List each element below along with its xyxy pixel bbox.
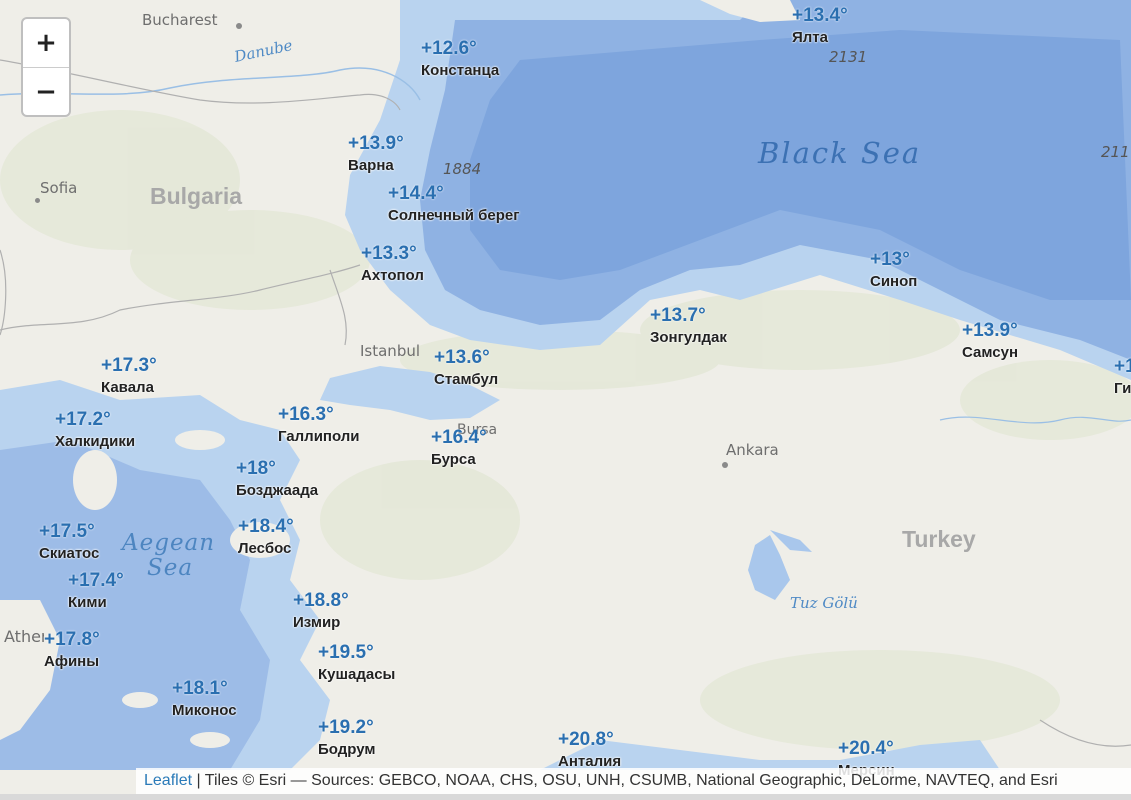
marker-samsun[interactable]: +13.9° Самсун (962, 320, 1018, 361)
marker-name: Ахтопол (361, 267, 424, 284)
marker-name: Миконос (172, 702, 237, 719)
marker-name: Галлиполи (278, 428, 360, 445)
marker-name: Скиатос (39, 545, 100, 562)
marker-kavala[interactable]: +17.3° Кавала (101, 355, 157, 396)
marker-giresun[interactable]: +1 Ги (1114, 356, 1131, 397)
marker-sinop[interactable]: +13° Синоп (870, 249, 917, 290)
marker-temp: +13.9° (348, 133, 404, 154)
marker-temp: +16.3° (278, 404, 334, 425)
country-label-bulgaria: Bulgaria (150, 183, 243, 209)
marker-name: Кими (68, 594, 107, 611)
marker-name: Стамбул (434, 371, 499, 388)
city-label-sofia: Sofia (40, 179, 78, 197)
marker-mykonos[interactable]: +18.1° Миконос (172, 678, 237, 719)
marker-name: Кушадасы (318, 666, 396, 683)
marker-halkidiki[interactable]: +17.2° Халкидики (55, 409, 135, 450)
marker-temp: +17.8° (44, 629, 100, 650)
marker-name: Ги (1114, 380, 1131, 397)
marker-athens[interactable]: +17.8° Афины (44, 629, 100, 670)
marker-name: Кавала (101, 379, 154, 396)
depth-label-211: 211 (1101, 143, 1130, 161)
attribution: Leaflet | Tiles © Esri — Sources: GEBCO,… (136, 768, 1131, 794)
marker-izmir[interactable]: +18.8° Измир (293, 590, 349, 631)
marker-name: Синоп (870, 273, 918, 290)
marker-name: Солнечный берег (388, 207, 520, 224)
sofia-dot (35, 198, 40, 203)
marker-varna[interactable]: +13.9° Варна (348, 133, 404, 174)
marker-sunny-beach[interactable]: +14.4° Солнечный берег (388, 183, 520, 224)
marker-temp: +13.6° (434, 347, 490, 368)
sea-label-aegean-line1: Aegean (122, 530, 216, 556)
marker-name: Зонгулдак (650, 329, 727, 346)
marker-bodrum[interactable]: +19.2° Бодрум (318, 717, 375, 758)
bucharest-dot (236, 23, 242, 29)
marker-temp: +13.9° (962, 320, 1018, 341)
leaflet-link[interactable]: Leaflet (144, 772, 192, 789)
basemap (0, 0, 1131, 800)
city-label-athens: Athens (4, 627, 44, 646)
marker-temp: +20.4° (838, 738, 894, 759)
marker-temp: +13° (870, 249, 910, 270)
sea-label-aegean-line2: Sea (147, 555, 194, 581)
marker-gallipoli[interactable]: +16.3° Галлиполи (278, 404, 360, 445)
marker-kymi[interactable]: +17.4° Кими (68, 570, 124, 611)
marker-antalya[interactable]: +20.8° Анталия (558, 729, 621, 770)
marker-temp: +17.2° (55, 409, 111, 430)
bottom-edge (0, 794, 1131, 800)
depth-label-1884: 1884 (443, 160, 482, 178)
marker-temp: +18° (236, 458, 276, 479)
zoom-out-button[interactable]: − (23, 68, 69, 115)
marker-name: Ялта (792, 29, 828, 46)
marker-temp: +16.4° (431, 427, 487, 448)
marker-constanta[interactable]: +12.6° Констанца (421, 38, 499, 79)
attribution-text: | Tiles © Esri — Sources: GEBCO, NOAA, C… (192, 772, 1058, 789)
marker-bozcaada[interactable]: +18° Бозджаада (236, 458, 318, 499)
marker-temp: +13.4° (792, 5, 848, 26)
marker-name: Бодрум (318, 741, 376, 758)
ankara-dot (722, 462, 728, 468)
marker-name: Самсун (962, 344, 1019, 361)
marker-ahtopol[interactable]: +13.3° Ахтопол (361, 243, 424, 284)
marker-temp: +18.1° (172, 678, 228, 699)
marker-name: Бозджаада (236, 482, 319, 499)
marker-name: Констанца (421, 62, 500, 79)
marker-name: Бурса (431, 451, 476, 468)
marker-lesbos[interactable]: +18.4° Лесбос (238, 516, 294, 557)
sea-label-black-sea: Black Sea (758, 136, 922, 170)
city-label-bucharest: Bucharest (142, 11, 218, 29)
marker-temp: +12.6° (421, 38, 477, 59)
depth-label-2131: 2131 (829, 48, 868, 66)
marker-bursa[interactable]: +16.4° Бурса (431, 427, 487, 468)
marker-temp: +13.7° (650, 305, 706, 326)
country-label-turkey: Turkey (902, 526, 976, 552)
marker-name: Лесбос (238, 540, 292, 557)
marker-temp: +17.5° (39, 521, 95, 542)
marker-temp: +20.8° (558, 729, 614, 750)
marker-temp: +18.8° (293, 590, 349, 611)
marker-temp: +1 (1114, 356, 1131, 377)
city-label-ankara: Ankara (726, 441, 779, 459)
marker-zonguldak[interactable]: +13.7° Зонгулдак (650, 305, 727, 346)
marker-name: Афины (44, 653, 100, 670)
marker-temp: +18.4° (238, 516, 294, 537)
marker-name: Измир (293, 614, 341, 631)
marker-temp: +19.2° (318, 717, 374, 738)
marker-name: Халкидики (55, 433, 136, 450)
marker-temp: +13.3° (361, 243, 417, 264)
marker-temp: +17.4° (68, 570, 124, 591)
marker-temp: +17.3° (101, 355, 157, 376)
marker-temp: +14.4° (388, 183, 444, 204)
lake-label-tuz: Tuz Gölü (790, 594, 858, 612)
marker-istanbul[interactable]: +13.6° Стамбул (434, 347, 498, 388)
marker-kusadasi[interactable]: +19.5° Кушадасы (318, 642, 395, 683)
marker-name: Варна (348, 157, 394, 174)
city-label-istanbul: Istanbul (360, 342, 421, 360)
zoom-in-button[interactable]: + (23, 19, 69, 68)
zoom-control: + − (21, 17, 71, 117)
marker-temp: +19.5° (318, 642, 374, 663)
marker-yalta[interactable]: +13.4° Ялта (792, 5, 848, 46)
map-view[interactable]: Bucharest Sofia Istanbul Ankara Bursa At… (0, 0, 1131, 800)
marker-skiathos[interactable]: +17.5° Скиатос (39, 521, 99, 562)
